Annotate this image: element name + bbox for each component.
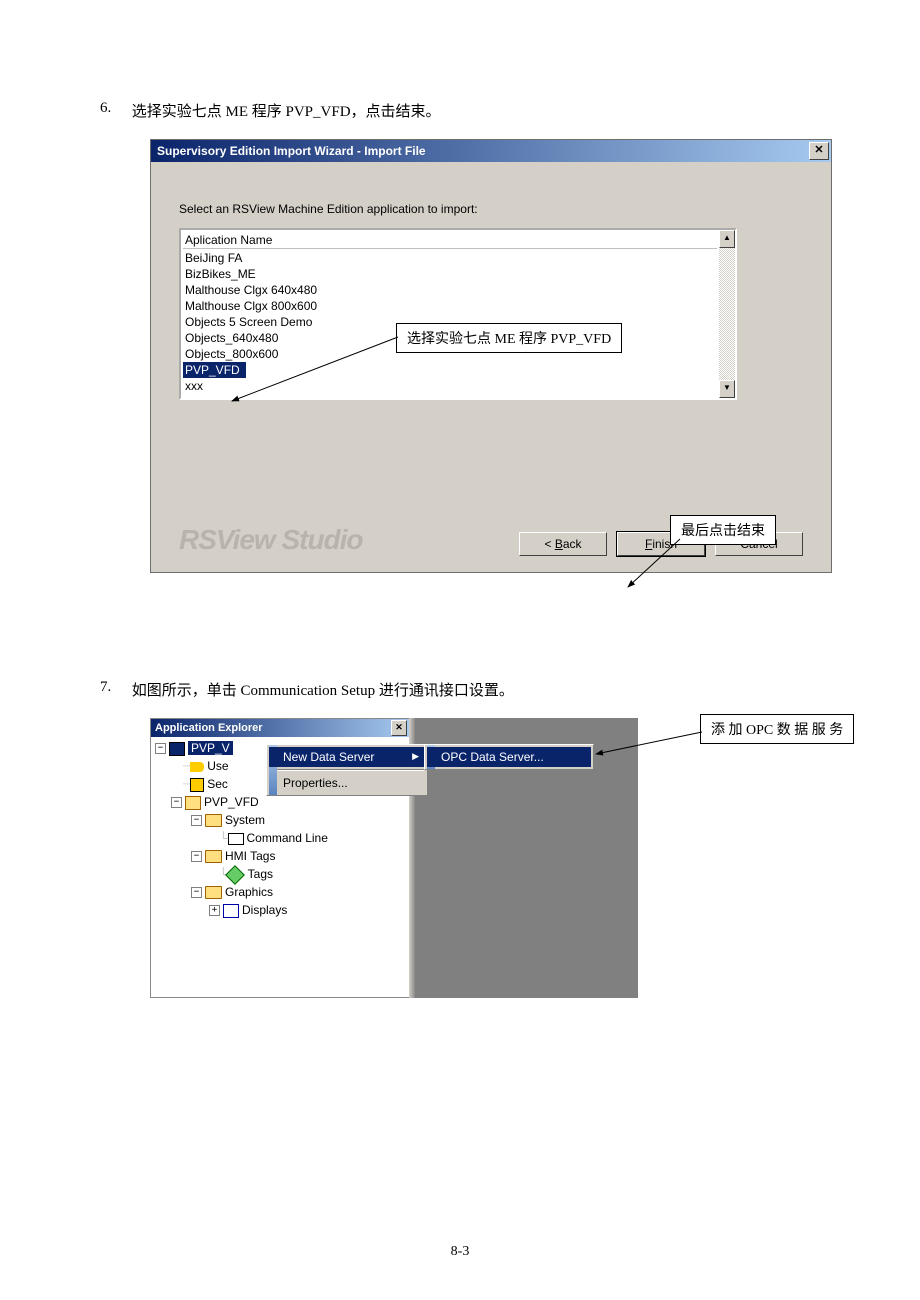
expand-icon[interactable]: + (209, 905, 220, 916)
close-icon[interactable]: ✕ (391, 720, 407, 736)
context-menu: New Data Server ▶ Properties... (266, 744, 428, 796)
list-item[interactable]: Malthouse Clgx 800x600 (183, 298, 717, 314)
step-6-number: 6. (100, 100, 128, 117)
panel-title[interactable]: Application Explorer ✕ (151, 719, 409, 737)
submenu-arrow-icon: ▶ (412, 751, 419, 762)
collapse-icon[interactable]: − (155, 743, 166, 754)
import-wizard-dialog: Supervisory Edition Import Wizard - Impo… (150, 139, 832, 573)
menu-separator (270, 769, 424, 771)
tree-graphics[interactable]: Graphics (225, 885, 273, 899)
collapse-icon[interactable]: − (191, 815, 202, 826)
list-item[interactable]: xxx (183, 378, 717, 394)
explorer-area: Application Explorer ✕ −PVP_V ┈Use ┈Sec … (150, 718, 638, 998)
column-header: Aplication Name (183, 232, 717, 249)
tree-root[interactable]: PVP_V (188, 741, 233, 755)
list-item[interactable]: Malthouse Clgx 640x480 (183, 282, 717, 298)
dialog-label: Select an RSView Machine Edition applica… (179, 202, 803, 216)
menu-properties[interactable]: Properties... (269, 773, 425, 793)
step-7: 7. 如图所示，单击 Communication Setup 进行通讯接口设置。 (100, 679, 870, 700)
menu-opc-data-server[interactable]: OPC Data Server... (427, 747, 591, 767)
submenu: OPC Data Server... (424, 744, 594, 770)
security-icon (190, 778, 204, 792)
collapse-icon[interactable]: − (171, 797, 182, 808)
tree-security[interactable]: Sec (207, 777, 228, 791)
collapse-icon[interactable]: − (191, 851, 202, 862)
step-6-text: 选择实验七点 ME 程序 PVP_VFD，点击结束。 (132, 100, 441, 121)
scroll-up-icon[interactable]: ▲ (719, 230, 735, 248)
folder-icon (205, 886, 222, 899)
list-item[interactable]: BeiJing FA (183, 250, 717, 266)
step-7-number: 7. (100, 679, 128, 696)
callout-opc: 添 加 OPC 数 据 服 务 (700, 714, 854, 744)
key-icon (190, 762, 204, 772)
page-number: 8-3 (0, 1244, 920, 1260)
back-button[interactable]: < BBackack (519, 532, 607, 556)
step-7-text: 如图所示，单击 Communication Setup 进行通讯接口设置。 (132, 679, 514, 700)
brand-text: RSView Studio (179, 524, 363, 556)
dialog-title: Supervisory Edition Import Wizard - Impo… (157, 144, 426, 158)
app-icon (169, 742, 185, 756)
callout-select-app: 选择实验七点 ME 程序 PVP_VFD (396, 323, 622, 353)
tree-tags[interactable]: Tags (248, 867, 273, 881)
close-icon[interactable]: ✕ (809, 142, 829, 160)
list-item[interactable]: BizBikes_ME (183, 266, 717, 282)
folder-icon (205, 814, 222, 827)
tree-users[interactable]: Use (207, 759, 228, 773)
tree-system[interactable]: System (225, 813, 265, 827)
application-list[interactable]: Aplication Name BeiJing FA BizBikes_ME M… (179, 228, 737, 400)
command-line-icon (228, 833, 244, 845)
menu-new-data-server[interactable]: New Data Server ▶ (269, 747, 425, 767)
app-folder-icon (185, 796, 201, 810)
collapse-icon[interactable]: − (191, 887, 202, 898)
tree-displays[interactable]: Displays (242, 903, 287, 917)
tree-app[interactable]: PVP_VFD (204, 795, 259, 809)
scroll-down-icon[interactable]: ▼ (719, 380, 735, 398)
folder-icon (205, 850, 222, 863)
dialog-titlebar[interactable]: Supervisory Edition Import Wizard - Impo… (151, 140, 831, 162)
display-icon (223, 904, 239, 918)
list-item-selected[interactable]: PVP_VFD (183, 362, 246, 378)
tree-hmitags[interactable]: HMI Tags (225, 849, 275, 863)
tree-cmdline[interactable]: Command Line (247, 831, 328, 845)
callout-finish: 最后点击结束 (670, 515, 776, 545)
scrollbar[interactable]: ▲ ▼ (719, 230, 735, 398)
step-6: 6. 选择实验七点 ME 程序 PVP_VFD，点击结束。 (100, 100, 870, 121)
